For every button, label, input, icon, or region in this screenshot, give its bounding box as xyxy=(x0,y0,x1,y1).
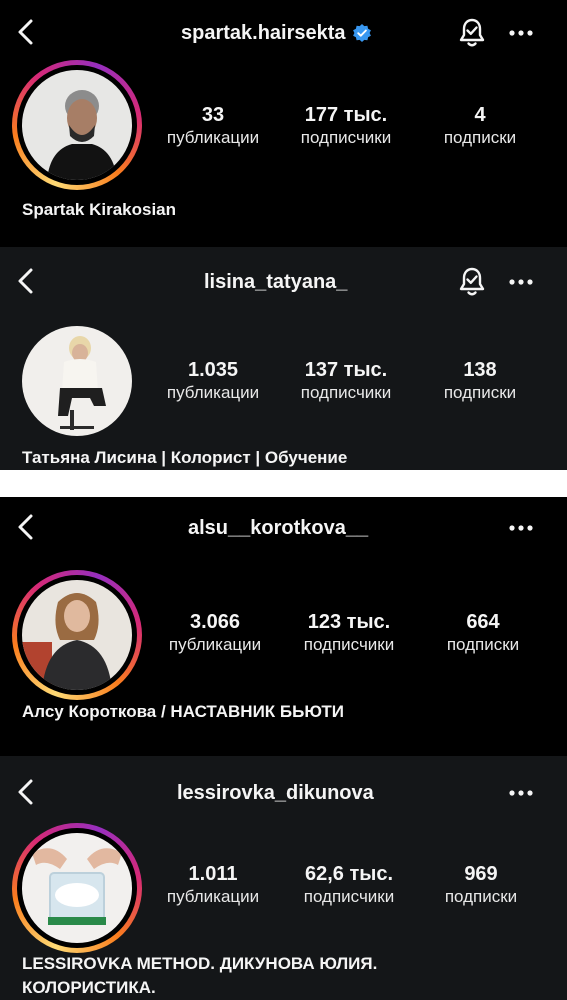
notification-bell-button[interactable] xyxy=(455,265,489,299)
back-button[interactable] xyxy=(12,776,42,808)
stat-followers-label: подписчики xyxy=(300,128,392,147)
stat-following-label: подписки xyxy=(443,128,517,147)
stat-following-value: 664 xyxy=(466,611,500,633)
avatar xyxy=(22,326,132,436)
back-button[interactable] xyxy=(12,16,42,48)
stat-posts[interactable]: 33 публикации xyxy=(153,103,273,149)
stat-followers[interactable]: 123 тыс. подписчики xyxy=(289,610,409,656)
stat-followers[interactable]: 137 тыс. подписчики xyxy=(286,358,406,404)
stat-posts[interactable]: 1.011 публикации xyxy=(153,862,273,908)
more-options-button[interactable] xyxy=(506,18,536,48)
stat-posts-label: публикации xyxy=(166,383,260,402)
username-row: spartak.hairsekta xyxy=(181,20,372,46)
stat-following[interactable]: 664 подписки xyxy=(423,610,543,656)
profile-card-spartak: spartak.hairsekta 33 публикации 177 тыс.… xyxy=(0,0,567,247)
username-row: alsu__korotkova__ xyxy=(188,515,368,541)
back-button[interactable] xyxy=(12,511,42,543)
stat-following[interactable]: 4 подписки xyxy=(420,103,540,149)
back-button[interactable] xyxy=(12,265,42,297)
full-name: Алсу Короткова / НАСТАВНИК БЬЮТИ xyxy=(22,702,345,721)
stat-posts-value: 3.066 xyxy=(189,611,241,633)
avatar xyxy=(22,580,132,690)
more-options-button[interactable] xyxy=(506,778,536,808)
more-options-button[interactable] xyxy=(506,513,536,543)
username: spartak.hairsekta xyxy=(181,21,346,44)
profile-header: lisina_tatyana_ xyxy=(0,259,567,303)
avatar xyxy=(22,833,132,943)
username: lessirovka_dikunova xyxy=(177,781,374,804)
stat-following-label: подписки xyxy=(446,635,520,654)
more-options-button[interactable] xyxy=(506,267,536,297)
username: alsu__korotkova__ xyxy=(188,516,369,539)
profile-card-lessirovka: lessirovka_dikunova 1.011 публикации 62,… xyxy=(0,756,567,1000)
profile-header: spartak.hairsekta xyxy=(0,10,567,54)
avatar xyxy=(22,70,132,180)
profile-card-alsu: alsu__korotkova__ 3.066 публикации 123 т… xyxy=(0,497,567,756)
stat-followers-value: 137 тыс. xyxy=(304,359,388,381)
profile-header: alsu__korotkova__ xyxy=(0,505,567,549)
stat-following[interactable]: 138 подписки xyxy=(420,358,540,404)
stat-followers-value: 177 тыс. xyxy=(304,104,388,126)
more-dots-icon xyxy=(509,790,533,796)
profile-card-lisina: lisina_tatyana_ 1.035 публикации 137 тыс… xyxy=(0,247,567,470)
stat-following[interactable]: 969 подписки xyxy=(421,862,541,908)
chevron-left-icon xyxy=(18,779,33,805)
stat-posts-label: публикации xyxy=(166,887,260,906)
chevron-left-icon xyxy=(18,268,33,294)
username-row: lisina_tatyana_ xyxy=(204,269,347,295)
stat-following-value: 138 xyxy=(463,359,497,381)
username-row: lessirovka_dikunova xyxy=(177,780,374,806)
more-dots-icon xyxy=(509,30,533,36)
more-dots-icon xyxy=(509,279,533,285)
stat-posts-value: 1.035 xyxy=(187,359,239,381)
avatar-container[interactable] xyxy=(22,326,132,436)
avatar-story-ring[interactable] xyxy=(12,60,142,190)
stat-posts[interactable]: 1.035 публикации xyxy=(153,358,273,404)
notification-bell-icon xyxy=(459,18,485,47)
username: lisina_tatyana_ xyxy=(204,270,348,293)
stat-followers[interactable]: 62,6 тыс. подписчики xyxy=(289,862,409,908)
stat-posts-value: 1.011 xyxy=(188,863,238,885)
stat-posts[interactable]: 3.066 публикации xyxy=(155,610,275,656)
more-dots-icon xyxy=(509,525,533,531)
stat-posts-label: публикации xyxy=(168,635,262,654)
chevron-left-icon xyxy=(18,19,33,45)
verified-badge-icon xyxy=(352,23,372,43)
chevron-left-icon xyxy=(18,514,33,540)
full-name: Татьяна Лисина | Колорист | Обучение xyxy=(22,448,348,467)
stat-following-value: 4 xyxy=(474,104,486,126)
notification-bell-icon xyxy=(459,267,485,296)
stat-following-label: подписки xyxy=(443,383,517,402)
avatar-story-ring[interactable] xyxy=(12,570,142,700)
stat-followers-label: подписчики xyxy=(303,635,395,654)
full-name: LESSIROVKA METHOD. ДИКУНОВА ЮЛИЯ. КОЛОРИ… xyxy=(22,954,378,997)
notification-bell-button[interactable] xyxy=(455,16,489,50)
profile-header: lessirovka_dikunova xyxy=(0,770,567,814)
full-name: Spartak Kirakosian xyxy=(22,200,177,219)
stat-followers-value: 123 тыс. xyxy=(307,611,391,633)
stat-followers-value: 62,6 тыс. xyxy=(304,863,394,885)
stat-followers-label: подписчики xyxy=(300,383,392,402)
stat-posts-value: 33 xyxy=(201,104,225,126)
stat-followers[interactable]: 177 тыс. подписчики xyxy=(286,103,406,149)
avatar-story-ring[interactable] xyxy=(12,823,142,953)
stat-following-label: подписки xyxy=(444,887,518,906)
stat-posts-label: публикации xyxy=(166,128,260,147)
stat-following-value: 969 xyxy=(464,863,498,885)
stat-followers-label: подписчики xyxy=(303,887,395,906)
